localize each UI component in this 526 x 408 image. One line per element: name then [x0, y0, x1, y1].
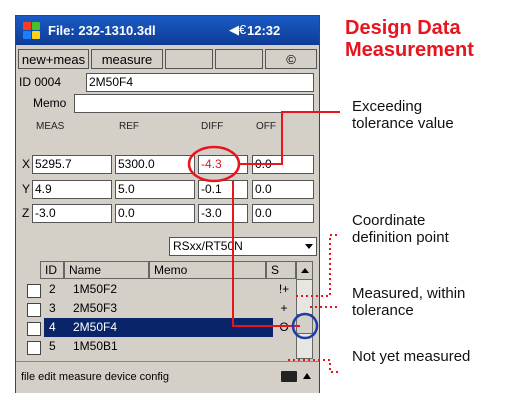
grid-cell-diff[interactable]: -0.1 — [198, 180, 248, 199]
list-item-status: O — [279, 320, 289, 334]
list-item-name: 1M50F2 — [73, 282, 118, 296]
list-item[interactable]: 2 1M50F2 !+ — [21, 280, 294, 299]
new-meas-button[interactable]: new+meas — [18, 49, 89, 69]
grid-axis-y: Y — [22, 182, 31, 196]
grid-cell-ref[interactable]: 0.0 — [115, 204, 195, 223]
row-checkbox[interactable] — [27, 341, 41, 355]
grid-cell-off[interactable]: 0.0 — [252, 180, 314, 199]
list-item-name: 2M50F4 — [73, 320, 118, 334]
windows-start-icon[interactable] — [22, 21, 42, 41]
list-item-name: 1M50B1 — [73, 339, 118, 353]
scroll-thumb[interactable] — [297, 314, 312, 334]
list-item-selected[interactable]: 4 2M50F4 O — [21, 318, 294, 337]
annotation-title-line2: Measurement — [345, 39, 474, 61]
grid-cell-diff[interactable]: -3.0 — [198, 204, 248, 223]
grid-cell-meas[interactable]: 5295.7 — [32, 155, 112, 174]
instrument-select-value: RSxx/RT50N — [173, 239, 243, 253]
measure-button[interactable]: measure — [91, 49, 163, 69]
memo-field[interactable] — [74, 94, 314, 113]
grid-axis-z: Z — [22, 206, 30, 220]
grid-axis-x: X — [22, 157, 31, 171]
window-title: File: 232-1310.3dl — [48, 23, 156, 38]
memo-label: Memo — [33, 96, 67, 110]
grid-header-meas: MEAS — [36, 121, 65, 132]
list-header-id[interactable]: ID — [40, 261, 64, 279]
annotation-measured-line1: Measured, within — [352, 285, 466, 302]
toolbar-blank-button-1[interactable] — [165, 49, 213, 69]
grid-cell-ref[interactable]: 5300.0 — [115, 155, 195, 174]
list-item-id: 3 — [49, 301, 56, 315]
list-item-id: 2 — [49, 282, 56, 296]
list-item-name: 2M50F3 — [73, 301, 118, 315]
speaker-icon[interactable]: ◀€ — [229, 22, 246, 38]
annotation-measured-line2: tolerance — [352, 302, 414, 319]
title-bar: File: 232-1310.3dl ◀€ 12:32 — [16, 16, 319, 45]
row-checkbox[interactable] — [27, 322, 41, 336]
toolbar-blank-button-2[interactable] — [215, 49, 263, 69]
annotation-exceeding-line2: tolerance value — [352, 115, 454, 132]
list-item-id: 4 — [49, 320, 56, 334]
list-scrollbar[interactable] — [296, 261, 313, 359]
row-checkbox[interactable] — [27, 303, 41, 317]
grid-cell-off[interactable]: 0.0 — [252, 204, 314, 223]
copyright-button[interactable]: © — [265, 49, 317, 69]
id-label: ID 0004 — [19, 75, 62, 89]
scroll-up-arrow-icon[interactable] — [297, 262, 312, 280]
menu-bar: file edit measure device config — [16, 361, 319, 393]
grid-cell-diff-exceeding[interactable]: -4.3 — [198, 155, 248, 174]
grid-cell-meas[interactable]: -3.0 — [32, 204, 112, 223]
list-item-status: !+ — [278, 282, 290, 296]
list-header-name[interactable]: Name — [64, 261, 149, 279]
list-item[interactable]: 3 2M50F3 + — [21, 299, 294, 318]
grid-header-ref: REF — [119, 121, 139, 132]
list-item-status: + — [280, 301, 288, 315]
grid-cell-meas[interactable]: 4.9 — [32, 180, 112, 199]
keyboard-icon[interactable] — [281, 371, 297, 382]
row-checkbox[interactable] — [27, 284, 41, 298]
dropdown-arrow-icon[interactable] — [305, 244, 313, 249]
annotation-coord-line1: Coordinate — [352, 212, 426, 229]
grid-header-diff: DIFF — [201, 121, 224, 132]
id-field[interactable]: 2M50F4 — [86, 73, 314, 92]
annotation-title-line1: Design Data — [345, 17, 461, 39]
pda-screen: File: 232-1310.3dl ◀€ 12:32 new+meas mea… — [15, 15, 320, 393]
annotation-exceeding-line1: Exceeding — [352, 98, 423, 115]
annotation-not-measured: Not yet measured — [352, 348, 471, 365]
menu-items[interactable]: file edit measure device config — [21, 371, 169, 383]
list-item[interactable]: 5 1M50B1 — [21, 337, 294, 356]
clock: 12:32 — [247, 23, 281, 38]
grid-cell-off[interactable]: 0.0 — [252, 155, 314, 174]
grid-cell-ref[interactable]: 5.0 — [115, 180, 195, 199]
list-header-s[interactable]: S — [266, 261, 296, 279]
list-item-id: 5 — [49, 339, 56, 353]
instrument-select[interactable]: RSxx/RT50N — [169, 237, 317, 256]
grid-header-off: OFF — [256, 121, 276, 132]
list-header-memo[interactable]: Memo — [149, 261, 266, 279]
input-panel-arrow-icon[interactable] — [303, 373, 311, 379]
annotation-coord-line2: definition point — [352, 229, 449, 246]
